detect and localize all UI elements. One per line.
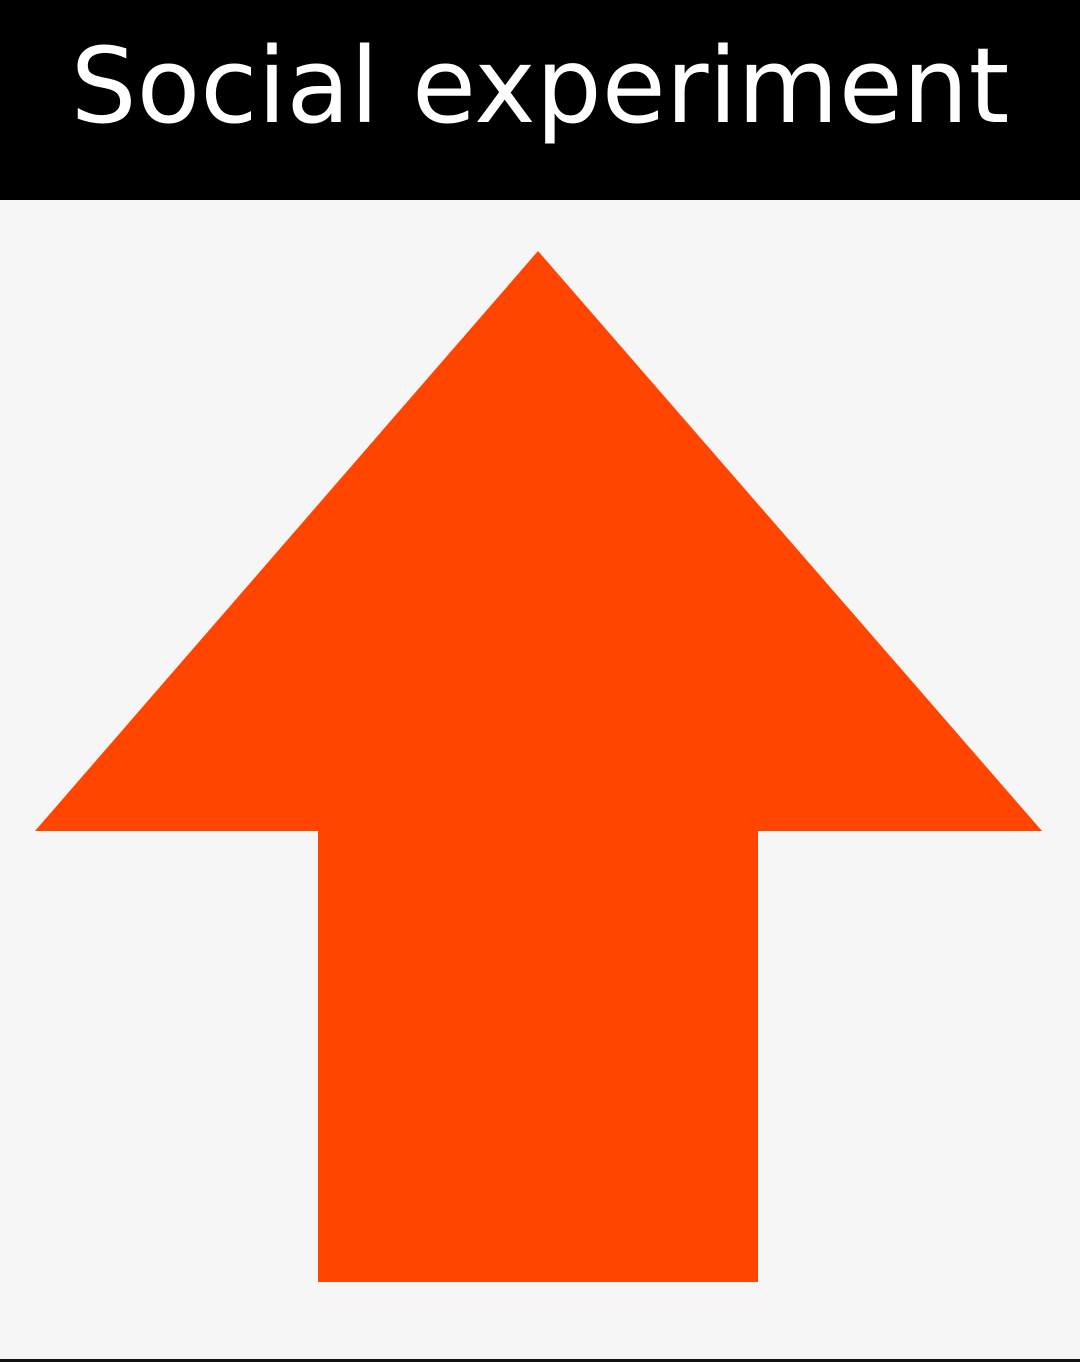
meme-canvas: Social experiment [0, 0, 1080, 1362]
upvote-arrow-icon [35, 251, 1042, 1282]
upvote-arrow-shape [35, 251, 1042, 1282]
